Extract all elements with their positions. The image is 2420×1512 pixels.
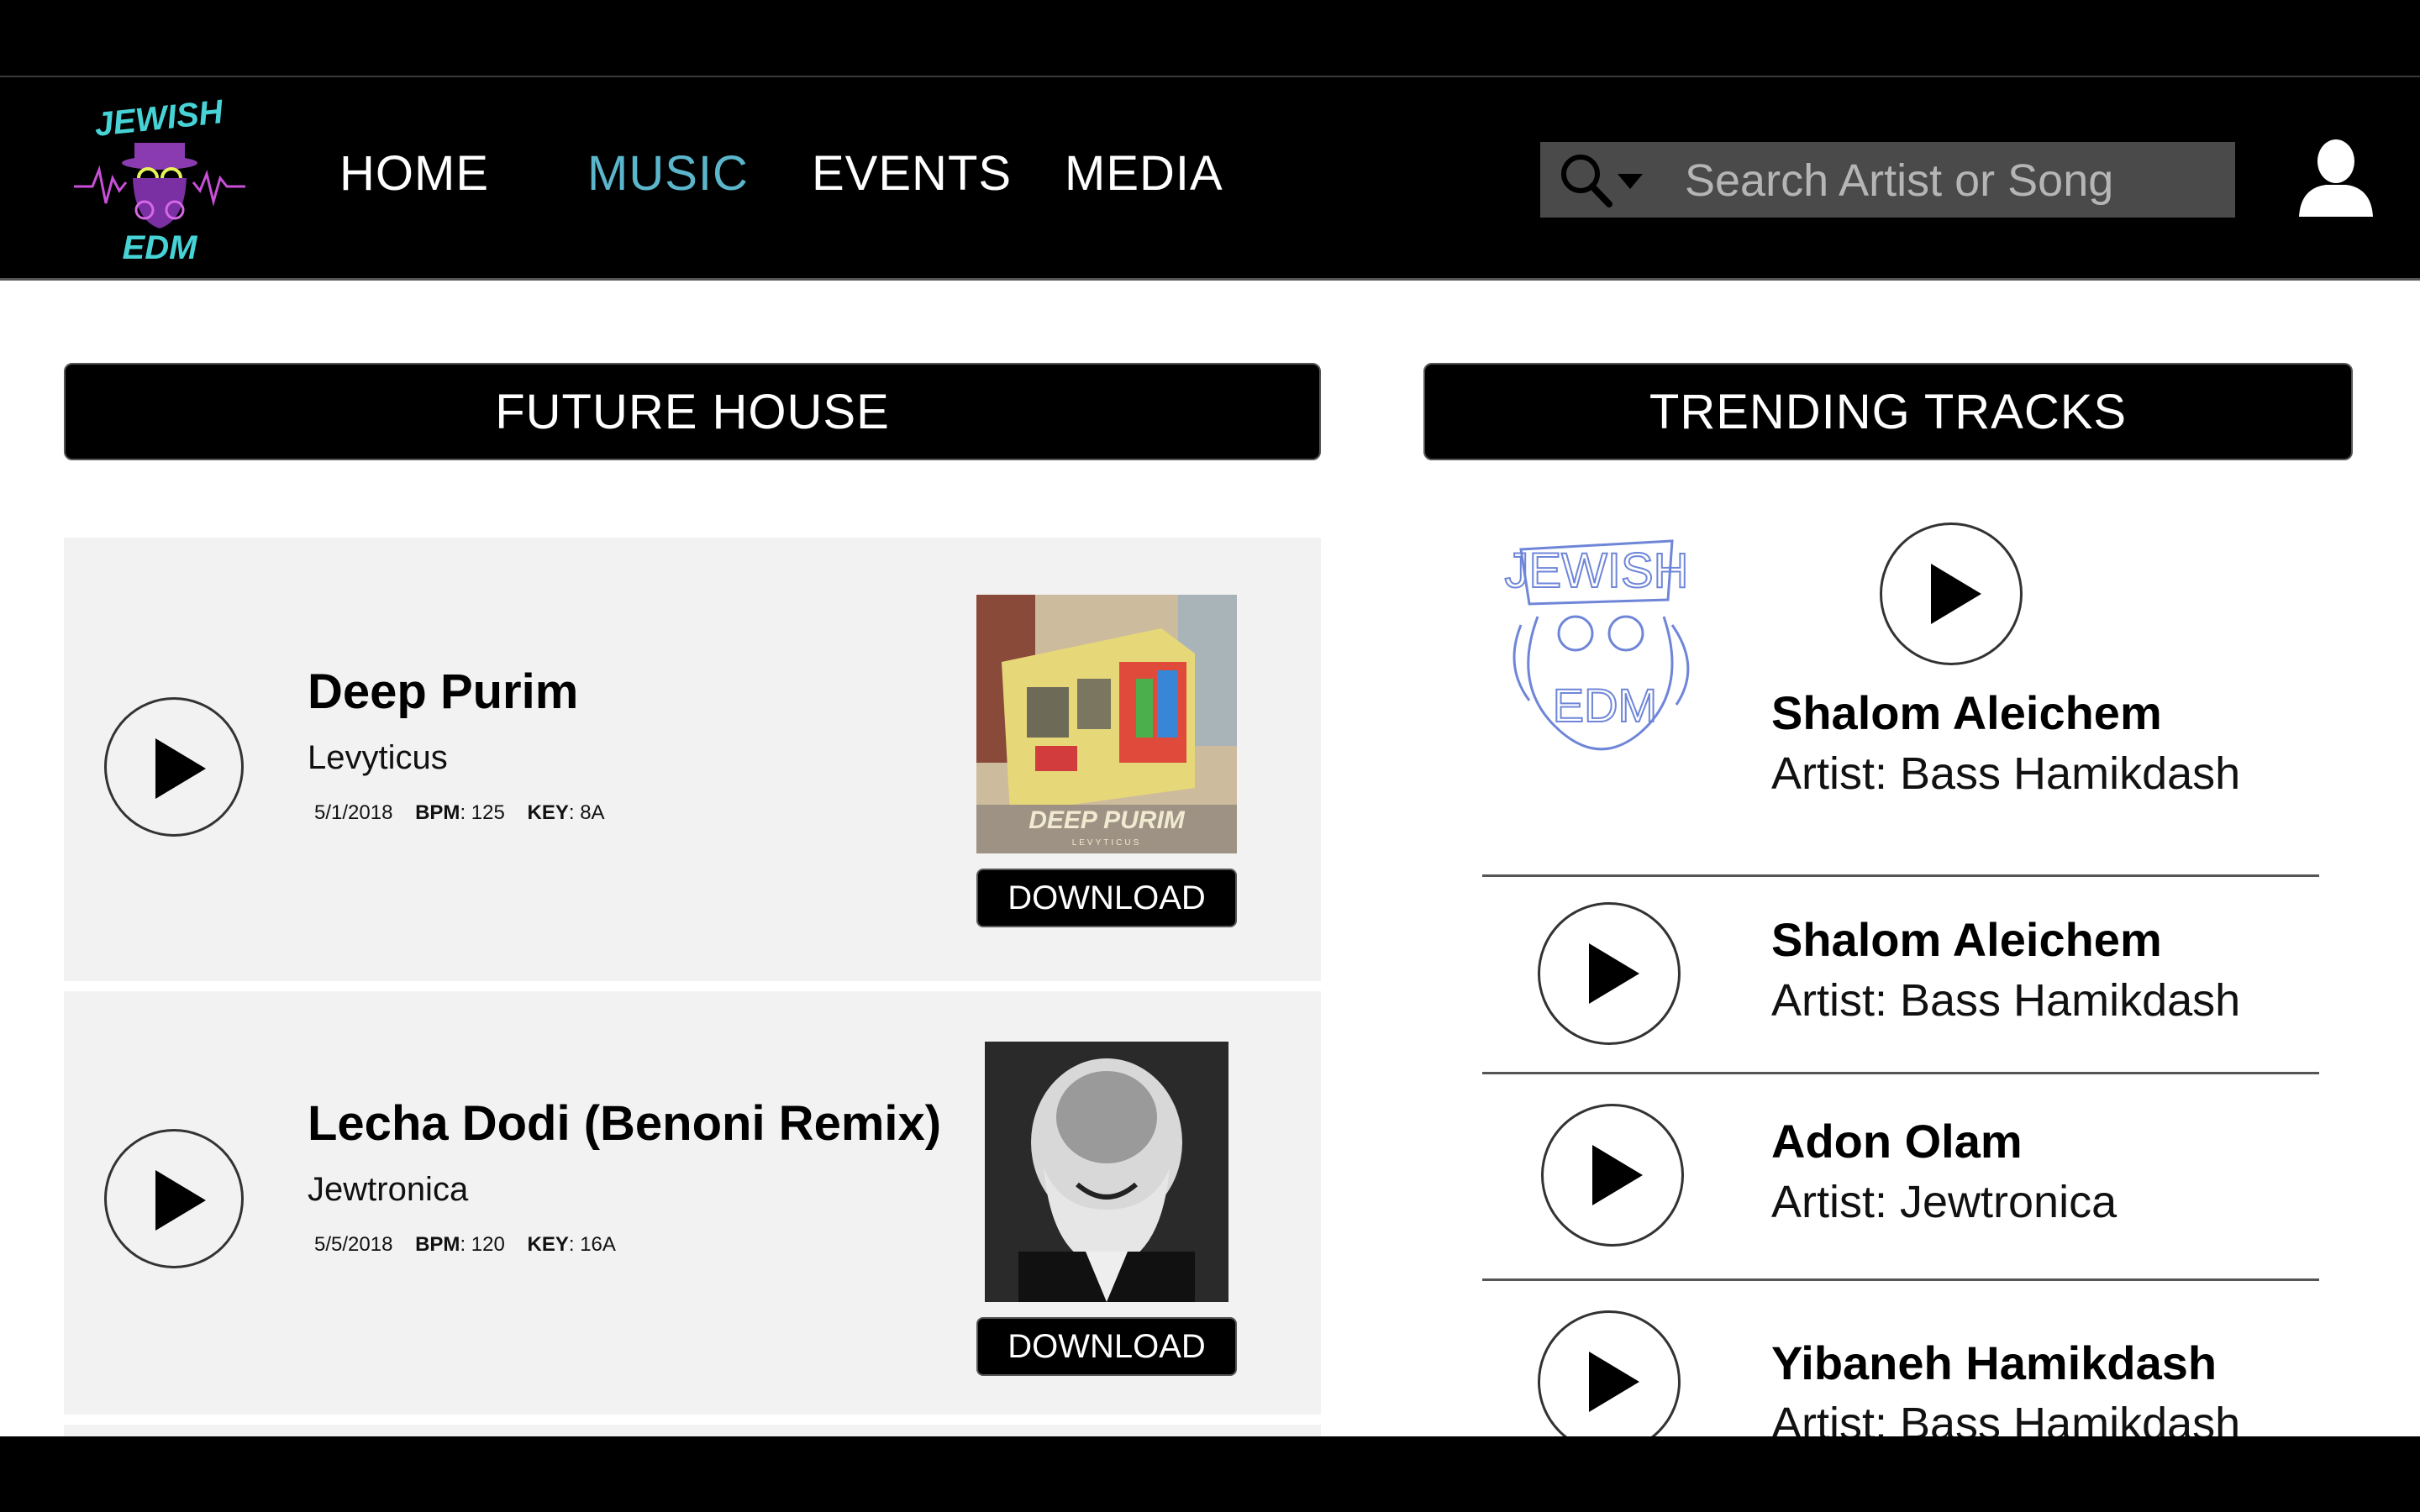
play-button[interactable]	[104, 697, 244, 837]
trending-header: TRENDING TRACKS	[1423, 363, 2353, 460]
featured-play-button[interactable]	[1880, 522, 2023, 665]
nav-home[interactable]: HOME	[339, 144, 489, 203]
track-key: 16A	[580, 1233, 616, 1256]
search-icon	[1561, 155, 1643, 207]
trending-title[interactable]: Shalom Aleichem	[1771, 912, 2162, 967]
play-button[interactable]	[1541, 1104, 1684, 1247]
track-meta: 5/5/2018 BPM: 120 KEY: 16A	[314, 1233, 616, 1256]
sketch-text-top: JEWISH	[1504, 543, 1688, 598]
jewish-edm-sketch-art: JEWISH EDM	[1504, 516, 1723, 768]
search-input[interactable]	[1683, 142, 2224, 219]
search-bar	[1540, 142, 2235, 219]
track-card: Deep Purim Levyticus 5/1/2018 BPM: 125 K…	[64, 538, 1321, 981]
bottom-letterbox	[0, 1436, 2420, 1512]
track-bpm: 125	[471, 801, 505, 824]
track-title[interactable]: Lecha Dodi (Benoni Remix)	[308, 1095, 941, 1152]
trending-artist[interactable]: Artist: Bass Hamikdash	[1771, 748, 2240, 800]
nav-events[interactable]: EVENTS	[812, 144, 1012, 203]
track-date: 5/5/2018	[314, 1233, 393, 1256]
divider	[1482, 1278, 2319, 1281]
divider	[1482, 874, 2319, 877]
trending-artist[interactable]: Artist: Bass Hamikdash	[1771, 1398, 2240, 1436]
play-button[interactable]	[1538, 1310, 1681, 1436]
bpm-label: BPM	[415, 1233, 460, 1256]
track-artist[interactable]: Levyticus	[308, 739, 448, 777]
main-content: FUTURE HOUSE TRENDING TRACKS Deep Purim …	[0, 281, 2420, 1436]
divider	[1482, 1072, 2319, 1074]
user-account-icon[interactable]	[2294, 136, 2378, 220]
play-icon	[1592, 1145, 1643, 1205]
download-button[interactable]: DOWNLOAD	[976, 1317, 1237, 1376]
key-label: KEY	[527, 801, 569, 824]
trending-artist[interactable]: Artist: Bass Hamikdash	[1771, 974, 2240, 1026]
track-card	[64, 1425, 1321, 1436]
play-icon	[155, 1170, 206, 1231]
bpm-label: BPM	[415, 801, 460, 824]
track-artist[interactable]: Jewtronica	[308, 1171, 468, 1209]
key-label: KEY	[527, 1233, 569, 1256]
play-icon	[1589, 943, 1639, 1004]
trending-title[interactable]: Shalom Aleichem	[1771, 685, 2162, 740]
play-button[interactable]	[104, 1129, 244, 1268]
artist-photo	[985, 1042, 1228, 1302]
album-art: DEEP PURIM LEVYTICUS	[976, 595, 1237, 853]
track-meta: 5/1/2018 BPM: 125 KEY: 8A	[314, 801, 605, 824]
play-icon	[1589, 1352, 1639, 1412]
top-letterbox	[0, 0, 2420, 76]
logo-text-top: JEWISH	[92, 94, 225, 144]
nav-media[interactable]: MEDIA	[1065, 144, 1223, 203]
play-icon	[1931, 564, 1981, 624]
sketch-text-bottom: EDM	[1553, 679, 1657, 732]
track-card: Lecha Dodi (Benoni Remix) Jewtronica 5/5…	[64, 991, 1321, 1415]
track-date: 5/1/2018	[314, 801, 393, 824]
download-button[interactable]: DOWNLOAD	[976, 869, 1237, 927]
trending-artist[interactable]: Artist: Jewtronica	[1771, 1176, 2117, 1228]
play-button[interactable]	[1538, 902, 1681, 1045]
nav-music[interactable]: MUSIC	[587, 144, 749, 203]
album-art-subtitle: LEVYTICUS	[1072, 838, 1142, 848]
album-art-title: DEEP PURIM	[1028, 806, 1186, 834]
track-bpm: 120	[471, 1233, 505, 1256]
logo-text-bottom: EDM	[123, 229, 199, 262]
track-title[interactable]: Deep Purim	[308, 664, 578, 720]
play-icon	[155, 738, 206, 799]
jewish-edm-logo[interactable]: JEWISH EDM	[67, 93, 252, 266]
trending-title[interactable]: Yibaneh Hamikdash	[1771, 1336, 2217, 1390]
track-key: 8A	[580, 801, 605, 824]
trending-title[interactable]: Adon Olam	[1771, 1114, 2023, 1168]
chevron-down-icon	[1618, 174, 1643, 189]
search-dropdown-toggle[interactable]	[1557, 149, 1658, 211]
site-header: JEWISH EDM HOME MUSIC EVENTS MEDIA	[0, 76, 2420, 281]
genre-header: FUTURE HOUSE	[64, 363, 1321, 460]
